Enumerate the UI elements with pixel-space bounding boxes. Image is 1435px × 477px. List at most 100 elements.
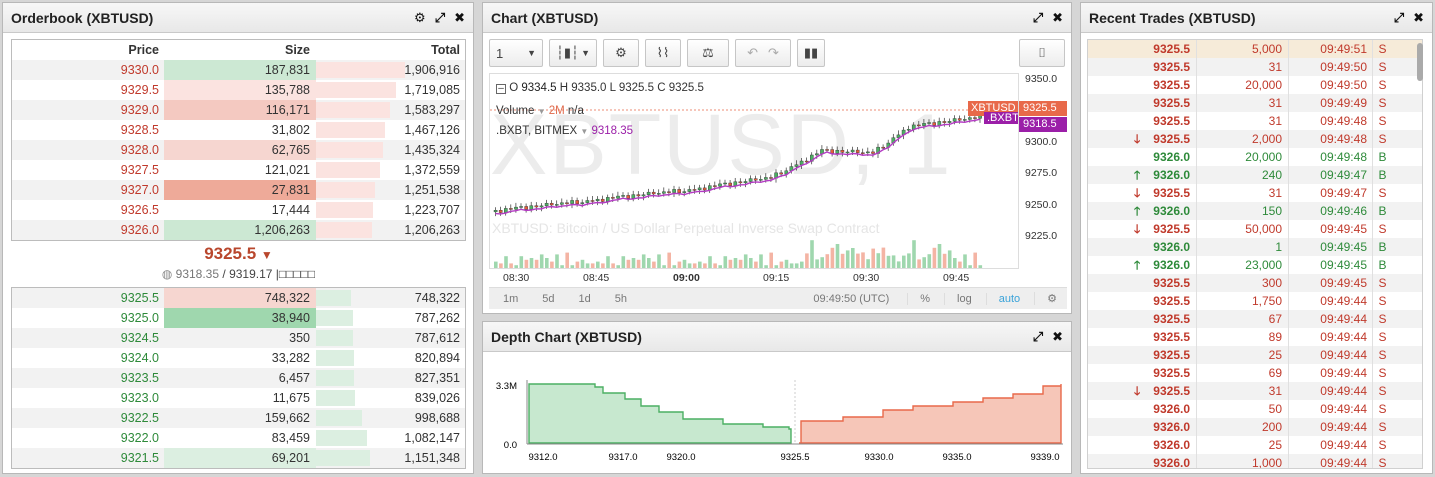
- ask-size[interactable]: 27,831: [164, 180, 316, 200]
- price-axis[interactable]: 9350.09325.09300.09275.09250.09225.0 932…: [1019, 73, 1067, 269]
- ask-price[interactable]: 9329.0: [12, 100, 164, 120]
- ask-row[interactable]: 9327.5 121,021 1,372,559: [12, 160, 465, 180]
- percent-toggle[interactable]: %: [907, 292, 930, 305]
- trade-row[interactable]: 🡑 9326.0 23,000 09:49:45 B: [1088, 256, 1422, 274]
- trade-row[interactable]: 9325.5 25 09:49:44 S: [1088, 346, 1422, 364]
- close-icon[interactable]: ✖: [1413, 10, 1424, 26]
- ask-size[interactable]: 116,171: [164, 100, 316, 120]
- redo-icon[interactable]: ↷: [768, 45, 779, 61]
- trade-row[interactable]: 🡓 9325.5 2,000 09:49:48 S: [1088, 130, 1422, 148]
- screenshot-button[interactable]: ⌷: [1019, 39, 1065, 67]
- bid-size[interactable]: 38,940: [164, 308, 316, 328]
- chart-settings-button[interactable]: ⚙: [603, 39, 639, 67]
- bid-price[interactable]: 9321.5: [12, 448, 164, 468]
- expand-icon[interactable]: ⤢: [435, 10, 445, 26]
- trade-row[interactable]: 9325.5 5,000 09:49:51 S: [1088, 40, 1422, 58]
- bid-row[interactable]: 9322.0 83,459 1,082,147: [12, 428, 465, 448]
- bid-row[interactable]: 9321.5 69,201 1,151,348: [12, 448, 465, 468]
- chart-type-select[interactable]: ┆▮┆ ▼: [549, 39, 597, 67]
- undo-icon[interactable]: ↶: [747, 45, 758, 61]
- bid-size[interactable]: 69,201: [164, 448, 316, 468]
- trade-row[interactable]: 9325.5 69 09:49:44 S: [1088, 364, 1422, 382]
- expand-icon[interactable]: ⤢: [1394, 10, 1404, 26]
- gear-icon[interactable]: ⚙: [1034, 292, 1057, 305]
- bid-size[interactable]: 748,322: [164, 288, 316, 308]
- trade-row[interactable]: 9326.0 20,000 09:49:48 B: [1088, 148, 1422, 166]
- bid-size[interactable]: 6,457: [164, 368, 316, 388]
- depth-plot[interactable]: 3.3M 0.0 9312.0 9317.0 9320.0 9325.5 9330.0 933…: [483, 354, 1071, 474]
- bid-price[interactable]: 9323.5: [12, 368, 164, 388]
- trade-row[interactable]: 9326.0 1 09:49:45 B: [1088, 238, 1422, 256]
- trade-row[interactable]: 9326.0 50 09:49:44 S: [1088, 400, 1422, 418]
- trade-row[interactable]: 9325.5 300 09:49:45 S: [1088, 274, 1422, 292]
- ask-size[interactable]: 62,765: [164, 140, 316, 160]
- bid-row[interactable]: 9325.0 38,940 787,262: [12, 308, 465, 328]
- expand-icon[interactable]: ⤢: [1033, 10, 1043, 26]
- indicators-button[interactable]: ⌇⌇: [645, 39, 681, 67]
- close-icon[interactable]: ✖: [1052, 329, 1063, 345]
- ask-size[interactable]: 17,444: [164, 200, 316, 220]
- ask-row[interactable]: 9326.5 17,444 1,223,707: [12, 200, 465, 220]
- bid-price[interactable]: 9325.5: [12, 288, 164, 308]
- price-chart-area[interactable]: XBTUSD, 1 XBTUSD: Bitcoin / US Dollar Pe…: [489, 73, 1019, 269]
- trade-row[interactable]: 🡑 9326.0 150 09:49:46 B: [1088, 202, 1422, 220]
- trade-row[interactable]: 🡓 9325.5 31 09:49:44 S: [1088, 382, 1422, 400]
- close-icon[interactable]: ✖: [1052, 10, 1063, 26]
- range-button[interactable]: 5d: [542, 293, 554, 305]
- chevron-down-icon[interactable]: ▼: [538, 107, 546, 116]
- bid-price[interactable]: 9325.0: [12, 308, 164, 328]
- trade-row[interactable]: 9326.0 200 09:49:44 S: [1088, 418, 1422, 436]
- log-toggle[interactable]: log: [944, 292, 972, 305]
- bid-row[interactable]: 9324.5 350 787,612: [12, 328, 465, 348]
- ask-row[interactable]: 9326.0 1,206,263 1,206,263: [12, 220, 465, 240]
- compare-button[interactable]: ⚖: [687, 39, 729, 67]
- bid-row[interactable]: 9324.0 33,282 820,894: [12, 348, 465, 368]
- collapse-icon[interactable]: –: [496, 84, 506, 94]
- ask-price[interactable]: 9326.0: [12, 220, 164, 240]
- bid-row[interactable]: 9325.5 748,322 748,322: [12, 288, 465, 308]
- ask-price[interactable]: 9329.5: [12, 80, 164, 100]
- trade-row[interactable]: 🡓 9325.5 31 09:49:47 S: [1088, 184, 1422, 202]
- ask-price[interactable]: 9326.5: [12, 200, 164, 220]
- range-button[interactable]: 1m: [503, 293, 518, 305]
- ask-row[interactable]: 9327.0 27,831 1,251,538: [12, 180, 465, 200]
- gear-icon[interactable]: ⚙: [414, 10, 426, 26]
- bid-row[interactable]: 9323.0 11,675 839,026: [12, 388, 465, 408]
- trade-row[interactable]: 🡓 9325.5 50,000 09:49:45 S: [1088, 220, 1422, 238]
- ask-row[interactable]: 9329.5 135,788 1,719,085: [12, 80, 465, 100]
- chevron-down-icon[interactable]: ▼: [580, 127, 588, 136]
- range-button[interactable]: 5h: [615, 293, 627, 305]
- bid-price[interactable]: 9322.5: [12, 408, 164, 428]
- expand-icon[interactable]: ⤢: [1033, 329, 1043, 345]
- ask-size[interactable]: 1,206,263: [164, 220, 316, 240]
- bid-size[interactable]: 11,675: [164, 388, 316, 408]
- ask-size[interactable]: 187,831: [164, 60, 316, 80]
- bid-row[interactable]: 9322.5 159,662 998,688: [12, 408, 465, 428]
- interval-select[interactable]: 1 ▼: [489, 39, 543, 67]
- ask-price[interactable]: 9327.0: [12, 180, 164, 200]
- ask-size[interactable]: 121,021: [164, 160, 316, 180]
- trade-row[interactable]: 9326.0 1,000 09:49:44 S: [1088, 454, 1422, 468]
- auto-toggle[interactable]: auto: [985, 292, 1020, 305]
- ask-row[interactable]: 9328.0 62,765 1,435,324: [12, 140, 465, 160]
- bid-size[interactable]: 33,282: [164, 348, 316, 368]
- ask-price[interactable]: 9328.5: [12, 120, 164, 140]
- ask-size[interactable]: 31,802: [164, 120, 316, 140]
- bid-row[interactable]: 9323.5 6,457 827,351: [12, 368, 465, 388]
- trade-row[interactable]: 9325.5 31 09:49:50 S: [1088, 58, 1422, 76]
- bid-size[interactable]: 159,662: [164, 408, 316, 428]
- ask-size[interactable]: 135,788: [164, 80, 316, 100]
- ask-row[interactable]: 9328.5 31,802 1,467,126: [12, 120, 465, 140]
- ask-price[interactable]: 9327.5: [12, 160, 164, 180]
- mark-price[interactable]: 9319.17: [229, 267, 272, 281]
- bid-price[interactable]: 9323.0: [12, 388, 164, 408]
- ask-row[interactable]: 9329.0 116,171 1,583,297: [12, 100, 465, 120]
- close-icon[interactable]: ✖: [454, 10, 465, 26]
- time-axis[interactable]: 08:30 08:45 09:00 09:15 09:30 09:45: [489, 269, 1019, 287]
- trades-scrollbar[interactable]: [1417, 43, 1423, 81]
- range-button[interactable]: 1d: [579, 293, 591, 305]
- ask-row[interactable]: 9330.0 187,831 1,906,916: [12, 60, 465, 80]
- bid-size[interactable]: 83,459: [164, 428, 316, 448]
- index-price[interactable]: 9318.35: [176, 267, 219, 281]
- bid-price[interactable]: 9322.0: [12, 428, 164, 448]
